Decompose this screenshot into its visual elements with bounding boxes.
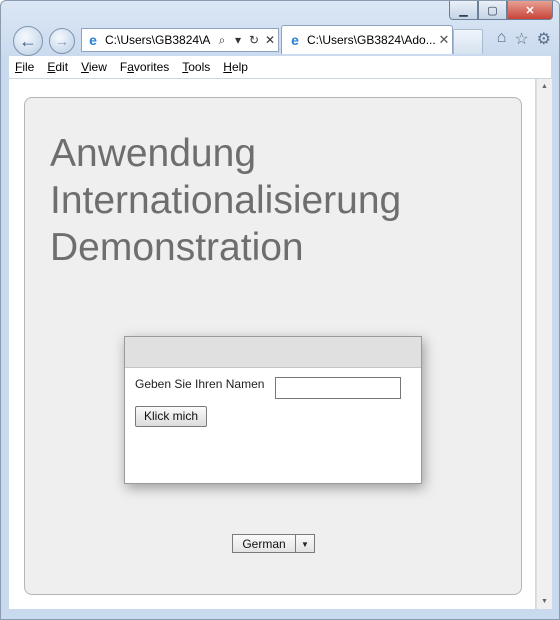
browser-window: ▁ ▢ ✕ ← → e C:\Users\GB3824\A ⌕ ▾ ↻ ✕ e …: [0, 0, 560, 620]
address-bar[interactable]: e C:\Users\GB3824\A ⌕ ▾ ↻ ✕: [81, 28, 279, 52]
arrow-right-icon: →: [55, 33, 69, 49]
caption-buttons: ▁ ▢ ✕: [449, 1, 553, 20]
command-icons: ⌂ ☆ ⚙: [497, 29, 551, 49]
ie-page-icon: e: [89, 32, 97, 48]
menu-item-edit[interactable]: Edit: [41, 60, 75, 74]
scroll-up-icon[interactable]: ▲: [537, 79, 552, 94]
vertical-scrollbar[interactable]: ▲ ▼: [536, 79, 552, 609]
scroll-down-icon[interactable]: ▼: [537, 594, 552, 609]
menu-item-tools[interactable]: Tools: [176, 60, 217, 74]
tab-close-icon[interactable]: ✕: [436, 32, 452, 48]
menu-item-favorites[interactable]: Favorites: [114, 60, 176, 74]
ie-tab-icon: e: [291, 32, 299, 48]
refresh-icon[interactable]: ↻: [246, 33, 262, 47]
minimize-button[interactable]: ▁: [449, 1, 478, 20]
menu-bar: File Edit View Favorites Tools Help: [9, 56, 551, 79]
forward-button[interactable]: →: [49, 28, 75, 54]
tab-title: C:\Users\GB3824\Ado...: [307, 33, 436, 47]
browser-tab[interactable]: e C:\Users\GB3824\Ado... ✕: [281, 25, 453, 54]
back-button[interactable]: ←: [13, 26, 43, 56]
title-line-3: Demonstration: [50, 226, 304, 269]
title-line-2: Internationalisierung: [50, 179, 402, 222]
app-panel: Anwendung Internationalisierung Demonstr…: [24, 97, 522, 595]
language-select-value[interactable]: German: [232, 534, 296, 553]
stop-icon[interactable]: ✕: [262, 33, 278, 47]
menu-item-file[interactable]: File: [9, 60, 41, 74]
dropdown-arrow-icon[interactable]: ▾: [230, 33, 246, 47]
click-me-button[interactable]: Klick mich: [135, 406, 208, 427]
search-icon[interactable]: ⌕: [214, 33, 230, 48]
menu-item-help[interactable]: Help: [217, 60, 255, 74]
chevron-down-icon[interactable]: ▼: [296, 534, 315, 553]
name-dialog: Geben Sie Ihren Namen Klick mich: [124, 336, 422, 484]
arrow-left-icon: ←: [19, 30, 37, 51]
star-icon[interactable]: ☆: [514, 29, 528, 49]
name-label: Geben Sie Ihren Namen: [135, 377, 265, 391]
menu-item-view[interactable]: View: [75, 60, 114, 74]
dialog-header: [125, 337, 421, 368]
home-icon[interactable]: ⌂: [497, 29, 507, 49]
close-window-button[interactable]: ✕: [507, 1, 553, 20]
navigation-bar: ← → e C:\Users\GB3824\A ⌕ ▾ ↻ ✕ e C:\Use…: [9, 25, 559, 56]
address-text[interactable]: C:\Users\GB3824\A: [105, 33, 214, 47]
page-viewport: Anwendung Internationalisierung Demonstr…: [9, 79, 535, 609]
title-line-1: Anwendung: [50, 132, 257, 175]
page-title: Anwendung Internationalisierung Demonstr…: [50, 130, 401, 271]
name-input[interactable]: [275, 377, 401, 399]
gear-icon[interactable]: ⚙: [537, 29, 551, 49]
new-tab-button[interactable]: [453, 29, 483, 54]
language-select[interactable]: German ▼: [232, 534, 315, 553]
maximize-button[interactable]: ▢: [478, 1, 507, 20]
